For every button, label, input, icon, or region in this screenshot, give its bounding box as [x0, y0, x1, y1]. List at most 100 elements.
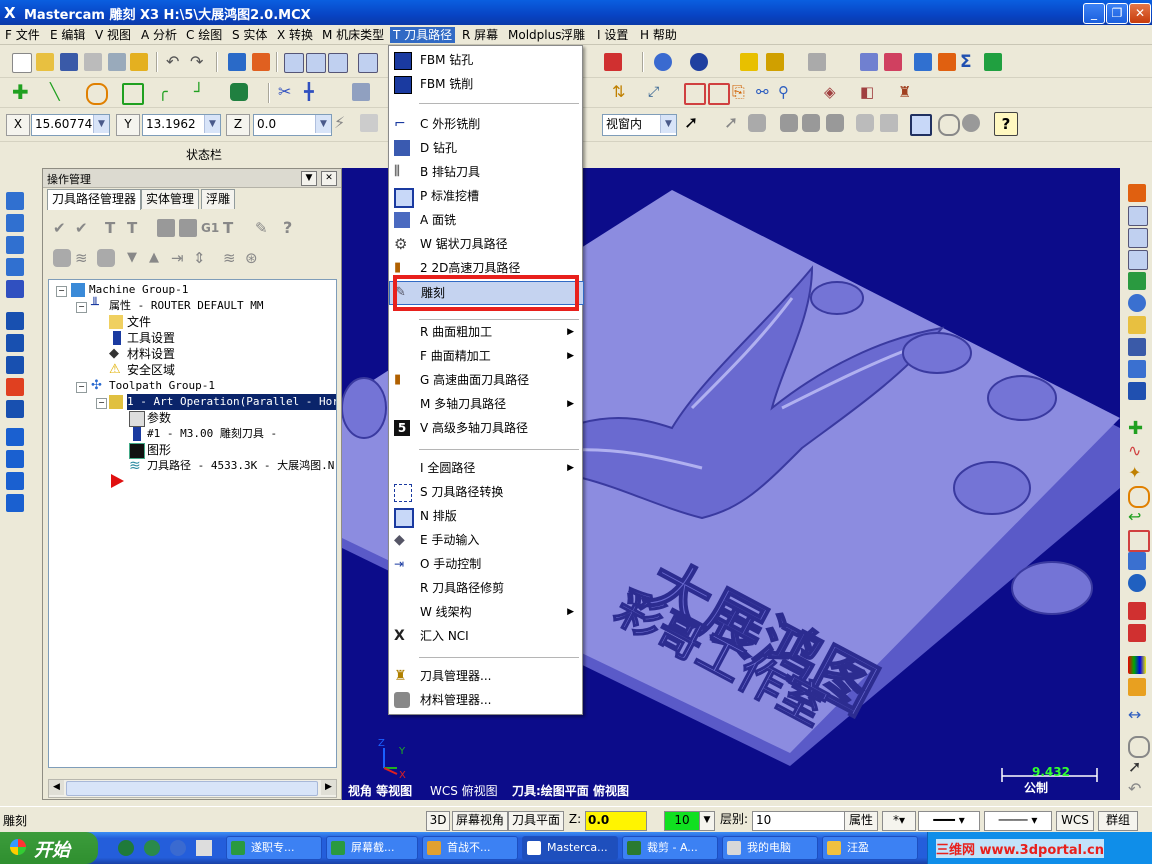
toggle-post-icon[interactable]: [97, 249, 115, 267]
stack-b-icon[interactable]: [6, 450, 24, 468]
link-icon[interactable]: ⚯: [756, 83, 774, 101]
save-side-icon[interactable]: [1128, 338, 1146, 356]
taskbar-item[interactable]: 遂职专...: [226, 836, 322, 860]
toolpath-b-icon[interactable]: [938, 53, 956, 71]
menu-toolpaths[interactable]: T 刀具路径: [390, 27, 456, 43]
maximize-button[interactable]: ❐: [1106, 3, 1128, 24]
panel-close-icon[interactable]: ✕: [321, 171, 337, 186]
display-mode-icon[interactable]: ⊛: [245, 249, 263, 267]
menu-facing[interactable]: A 面铣: [389, 209, 582, 231]
delete-ops-icon[interactable]: ✎: [255, 219, 273, 237]
menu-fbm-drill[interactable]: FBM 钻孔: [389, 49, 582, 71]
menu-surface-finish[interactable]: F 曲面精加工 ▶: [389, 345, 582, 367]
redo-icon[interactable]: ↷: [190, 53, 208, 71]
layer-icon[interactable]: ◈: [824, 83, 842, 101]
filter-icon[interactable]: [1128, 360, 1146, 378]
select-dirty-ops-icon[interactable]: ✔: [75, 219, 93, 237]
tool-plane-button[interactable]: 刀具平面: [508, 811, 564, 831]
taskbar-item[interactable]: 首战不...: [422, 836, 518, 860]
panel-dropdown-icon[interactable]: ▼: [301, 171, 317, 186]
sparkle-icon[interactable]: ✦: [1128, 464, 1146, 482]
menu-transform[interactable]: S 刀具路径转换: [389, 481, 582, 503]
xform-icon[interactable]: [352, 83, 370, 101]
expand-toggle[interactable]: −: [76, 382, 87, 393]
arrows-icon[interactable]: ⇅: [612, 83, 630, 101]
tree-toolpath-group[interactable]: Toolpath Group-1: [109, 378, 215, 394]
menu-trim-toolpaths[interactable]: R 刀具路径修剪: [389, 577, 582, 599]
scroll-left-icon[interactable]: ◀: [49, 780, 64, 795]
fillet-icon[interactable]: ╭: [158, 83, 176, 101]
menu-moldplus[interactable]: Moldplus: [505, 27, 564, 43]
taskbar-item-mastercam-active[interactable]: Masterca...: [522, 836, 618, 860]
stack-d-icon[interactable]: [6, 494, 24, 512]
menu-wireframe[interactable]: W 线架构 ▶: [389, 601, 582, 623]
circle-icon[interactable]: [86, 83, 108, 105]
iso-view-icon[interactable]: [1128, 272, 1146, 290]
tree-parameters[interactable]: 参数: [147, 410, 171, 426]
toolpath-a-icon[interactable]: [914, 53, 932, 71]
trim-icon[interactable]: ✂: [278, 83, 296, 101]
zoom-out-icon[interactable]: [328, 53, 348, 73]
tree-properties[interactable]: 属性 - ROUTER DEFAULT MM: [109, 298, 263, 314]
lock-ops-icon[interactable]: [53, 249, 71, 267]
bucket-icon[interactable]: [1128, 552, 1146, 570]
menu-surface-hst[interactable]: ▮ G 高速曲面刀具路径: [389, 369, 582, 391]
tab-solids-manager[interactable]: 实体管理: [141, 189, 200, 209]
line-style-select[interactable]: ━━━ ▾: [918, 811, 980, 831]
tab-relief[interactable]: 浮雕: [201, 189, 236, 209]
pointer-grey-icon[interactable]: ↶: [1128, 780, 1146, 798]
tree-tool[interactable]: #1 - M3.00 雕刻刀具 -: [147, 426, 277, 442]
grid-side-icon[interactable]: [1128, 530, 1150, 552]
arc-icon[interactable]: [6, 236, 24, 254]
palette-icon[interactable]: [1128, 656, 1146, 674]
quicklaunch-b-icon[interactable]: [144, 840, 160, 856]
menu-manual-control[interactable]: ⇥ O 手动控制: [389, 553, 582, 575]
scroll-right-icon[interactable]: ▶: [321, 780, 336, 795]
grid-icon[interactable]: [684, 83, 706, 105]
tree-operation-selected[interactable]: 1 - Art Operation(Parallel - Horiz: [127, 394, 336, 410]
tree-safety-zone[interactable]: 安全区域: [127, 362, 175, 378]
circle-side-icon[interactable]: [1128, 486, 1150, 508]
select-face-c-icon[interactable]: [826, 114, 844, 132]
open-icon[interactable]: [1128, 316, 1146, 334]
plus-icon[interactable]: ✚: [1128, 420, 1146, 438]
menu-file[interactable]: F 文件: [2, 27, 43, 43]
menu-nesting[interactable]: N 排版: [389, 505, 582, 528]
move-down-icon[interactable]: ▼: [127, 249, 145, 267]
save-icon[interactable]: [60, 53, 78, 71]
stack-a-icon[interactable]: [6, 428, 24, 446]
menu-pocket[interactable]: P 标准挖槽: [389, 185, 582, 208]
menu-block-drill[interactable]: ⫼ B 排钻刀具: [389, 161, 582, 183]
box-blue-icon[interactable]: [6, 280, 24, 298]
arc-side-icon[interactable]: ↩: [1128, 508, 1146, 526]
shading-icon[interactable]: [252, 53, 270, 71]
stack-c-icon[interactable]: [6, 472, 24, 490]
pointer-icon[interactable]: ➚: [684, 114, 702, 132]
rectangle-icon[interactable]: [122, 83, 144, 105]
solid-b-icon[interactable]: [6, 334, 24, 352]
close-button[interactable]: ✕: [1129, 3, 1151, 24]
quicklaunch-a-icon[interactable]: [118, 840, 134, 856]
insert-arrow-marker[interactable]: [111, 474, 124, 488]
rotate-icon[interactable]: [6, 214, 24, 232]
zoom-target-icon[interactable]: [358, 53, 378, 73]
quicklaunch-ie-icon[interactable]: [170, 840, 186, 856]
single-display-icon[interactable]: ≋: [223, 249, 241, 267]
help-ops-icon[interactable]: ?: [283, 219, 301, 237]
expand-toggle[interactable]: −: [76, 302, 87, 313]
cube-side-icon[interactable]: [1128, 382, 1146, 400]
no-entry-side-icon[interactable]: [1128, 736, 1150, 758]
z-coord-field[interactable]: 0.0 ▼: [253, 114, 332, 136]
insert-arrow-icon[interactable]: ⇥: [171, 249, 189, 267]
screen-view-button[interactable]: 屏幕视角: [452, 811, 508, 831]
expand-toggle[interactable]: −: [96, 398, 107, 409]
groups-button[interactable]: 群组: [1098, 811, 1138, 831]
color-dropdown-icon[interactable]: ▼: [699, 811, 715, 831]
select-face-a-icon[interactable]: [780, 114, 798, 132]
menu-solids[interactable]: S 实体: [229, 27, 270, 43]
wcs-button[interactable]: WCS: [1056, 811, 1094, 831]
tree-geometry[interactable]: 图形: [147, 442, 171, 458]
scroll-arrows-icon[interactable]: ⇕: [193, 249, 211, 267]
layer-field[interactable]: 10: [752, 811, 845, 831]
select-chain-icon[interactable]: ➚: [724, 114, 742, 132]
